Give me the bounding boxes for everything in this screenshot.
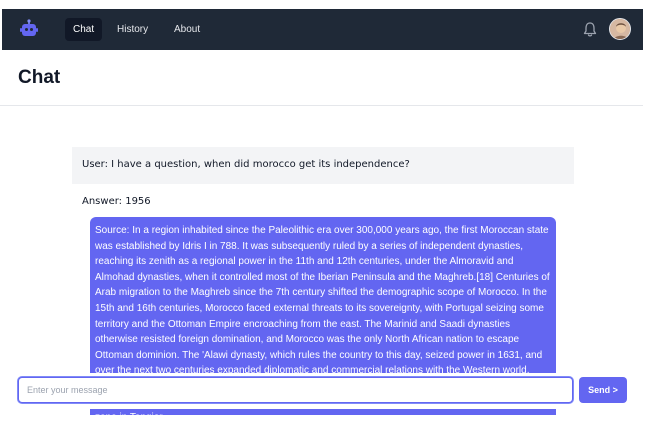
- page-title: Chat: [18, 67, 61, 88]
- answer-text: Answer: 1956: [82, 196, 151, 207]
- top-navbar: Chat History About: [2, 9, 643, 50]
- message-composer: Send >: [0, 373, 647, 409]
- tab-about[interactable]: About: [166, 18, 208, 41]
- tab-history[interactable]: History: [109, 18, 156, 41]
- avatar-portrait-icon: [610, 19, 630, 39]
- tab-chat[interactable]: Chat: [65, 18, 103, 41]
- message-input[interactable]: [18, 377, 573, 403]
- user-avatar[interactable]: [609, 18, 631, 40]
- robot-icon[interactable]: [19, 19, 39, 39]
- send-button[interactable]: Send >: [579, 377, 627, 403]
- header-divider: [0, 105, 643, 106]
- user-message: User: I have a question, when did morocc…: [72, 147, 574, 184]
- bell-icon[interactable]: [582, 21, 598, 38]
